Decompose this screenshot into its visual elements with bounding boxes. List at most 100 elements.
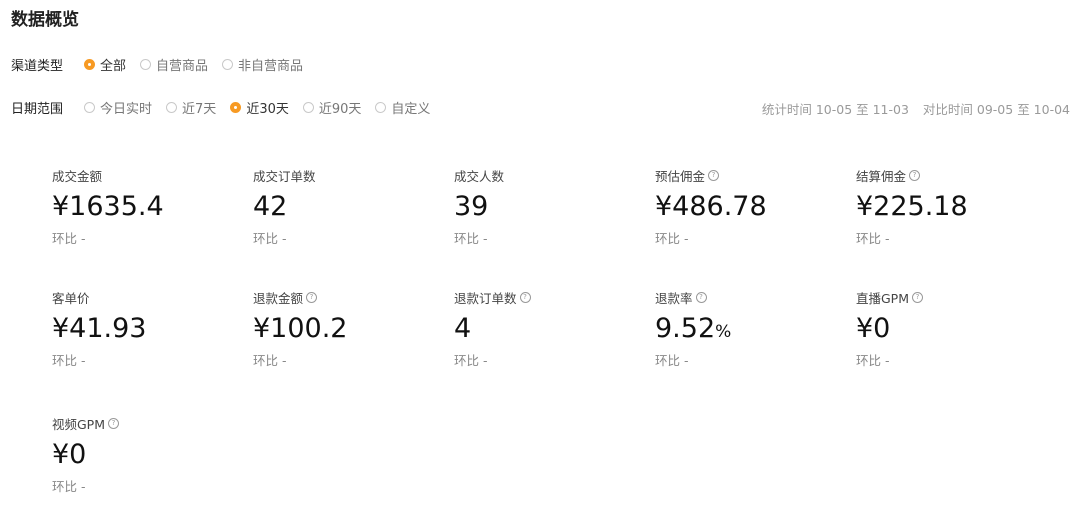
radio-label: 今日实时 <box>100 101 153 117</box>
metric-card: 客单价 ¥41.93 环比 - <box>52 289 242 369</box>
metric-label-text: 成交人数 <box>454 168 505 184</box>
radio-icon <box>302 101 314 113</box>
metric-label-text: 视频GPM <box>52 416 106 432</box>
metric-value: ¥0 <box>52 439 242 471</box>
metric-card: 成交金额 ¥1635.4 环比 - <box>52 167 242 247</box>
metric-label: 视频GPM? <box>52 415 242 432</box>
radio-label: 自定义 <box>391 101 431 117</box>
radio-label: 非自营商品 <box>238 58 304 74</box>
metric-card: 成交人数 39 环比 - <box>454 167 644 247</box>
metric-card: 预估佣金? ¥486.78 环比 - <box>655 167 845 247</box>
metric-value: 4 <box>454 313 644 345</box>
metric-label: 预估佣金? <box>655 167 845 184</box>
date-range-filter: 日期范围 今日实时 近7天 近30天 近90天 自定义 <box>11 97 444 117</box>
metric-value: ¥1635.4 <box>52 191 242 223</box>
radio-label: 自营商品 <box>156 58 209 74</box>
metric-label-text: 直播GPM <box>856 290 910 306</box>
metric-card: 视频GPM? ¥0 环比 - <box>52 415 242 495</box>
metric-compare: 环比 - <box>52 231 86 246</box>
metric-label: 退款金额? <box>253 289 443 306</box>
metric-value: ¥486.78 <box>655 191 845 223</box>
metric-value-text: ¥100.2 <box>253 313 348 344</box>
metric-value-text: 42 <box>253 191 288 222</box>
metric-compare: 环比 - <box>253 231 287 246</box>
date-option-today[interactable]: 今日实时 <box>84 98 152 117</box>
channel-option-all[interactable]: 全部 <box>84 55 126 74</box>
metric-label: 结算佣金? <box>856 167 1046 184</box>
metric-value: 39 <box>454 191 644 223</box>
metric-label: 直播GPM? <box>856 289 1046 306</box>
radio-selected-icon <box>84 58 96 70</box>
metric-value: ¥225.18 <box>856 191 1046 223</box>
metric-label-text: 退款率 <box>655 290 693 306</box>
radio-label: 全部 <box>100 58 127 74</box>
help-icon[interactable]: ? <box>708 169 720 181</box>
date-option-7-days[interactable]: 近7天 <box>166 98 216 117</box>
metric-value: ¥41.93 <box>52 313 242 345</box>
metric-value-text: ¥225.18 <box>856 191 968 222</box>
compare-time: 对比时间 09-05 至 10-04 <box>922 102 1070 117</box>
metric-compare: 环比 - <box>856 353 890 368</box>
help-icon[interactable]: ? <box>909 169 921 181</box>
metric-card: 结算佣金? ¥225.18 环比 - <box>856 167 1046 247</box>
date-option-30-days[interactable]: 近30天 <box>230 98 289 117</box>
metric-label-text: 客单价 <box>52 290 90 306</box>
channel-option-non-self-operated[interactable]: 非自营商品 <box>222 55 303 74</box>
radio-icon <box>166 101 178 113</box>
metric-label: 退款率? <box>655 289 845 306</box>
metric-compare: 环比 - <box>52 353 86 368</box>
radio-label: 近30天 <box>246 101 289 117</box>
channel-option-self-operated[interactable]: 自营商品 <box>140 55 208 74</box>
metric-card: 直播GPM? ¥0 环比 - <box>856 289 1046 369</box>
metric-label: 成交金额 <box>52 167 242 184</box>
metric-compare: 环比 - <box>454 231 488 246</box>
stat-time: 统计时间 10-05 至 11-03 <box>761 102 909 117</box>
metric-label-text: 成交金额 <box>52 168 103 184</box>
metric-value-text: ¥486.78 <box>655 191 767 222</box>
page-title: 数据概览 <box>11 10 79 30</box>
metric-value-text: ¥41.93 <box>52 313 147 344</box>
metric-compare: 环比 - <box>655 353 689 368</box>
help-icon[interactable]: ? <box>519 291 531 303</box>
metric-label-text: 结算佣金 <box>856 168 907 184</box>
help-icon[interactable]: ? <box>108 417 120 429</box>
radio-label: 近90天 <box>318 101 362 117</box>
metric-label-text: 退款订单数 <box>454 290 517 306</box>
channel-filter-label: 渠道类型 <box>11 58 64 74</box>
help-icon[interactable]: ? <box>912 291 924 303</box>
date-range-filter-label: 日期范围 <box>11 101 64 117</box>
metric-value: ¥100.2 <box>253 313 443 345</box>
metric-card: 退款率? 9.52% 环比 - <box>655 289 845 369</box>
metric-label-text: 预估佣金 <box>655 168 706 184</box>
date-option-custom[interactable]: 自定义 <box>375 98 430 117</box>
metric-value: ¥0 <box>856 313 1046 345</box>
time-range-info: 统计时间 10-05 至 11-03 对比时间 09-05 至 10-04 <box>752 99 1070 118</box>
radio-icon <box>222 58 234 70</box>
radio-icon <box>84 101 96 113</box>
metric-compare: 环比 - <box>253 353 287 368</box>
help-icon[interactable]: ? <box>306 291 318 303</box>
metric-value-text: ¥0 <box>856 313 891 344</box>
metric-unit: % <box>715 322 732 342</box>
help-icon[interactable]: ? <box>695 291 707 303</box>
metric-label-text: 成交订单数 <box>253 168 316 184</box>
metric-value: 9.52% <box>655 313 845 345</box>
metric-value-text: ¥1635.4 <box>52 191 164 222</box>
radio-selected-icon <box>230 101 242 113</box>
metric-compare: 环比 - <box>655 231 689 246</box>
metric-value-text: ¥0 <box>52 439 87 470</box>
metric-label: 退款订单数? <box>454 289 644 306</box>
metric-card: 退款订单数? 4 环比 - <box>454 289 644 369</box>
metric-label-text: 退款金额 <box>253 290 304 306</box>
channel-filter: 渠道类型 全部 自营商品 非自营商品 <box>11 54 317 74</box>
metric-card: 退款金额? ¥100.2 环比 - <box>253 289 443 369</box>
metric-value: 42 <box>253 191 443 223</box>
date-option-90-days[interactable]: 近90天 <box>302 98 362 117</box>
radio-icon <box>375 101 387 113</box>
radio-label: 近7天 <box>182 101 217 117</box>
metric-value-text: 4 <box>454 313 472 344</box>
metric-label: 客单价 <box>52 289 242 306</box>
metric-compare: 环比 - <box>856 231 890 246</box>
metric-compare: 环比 - <box>454 353 488 368</box>
metric-value-text: 9.52 <box>655 313 716 344</box>
